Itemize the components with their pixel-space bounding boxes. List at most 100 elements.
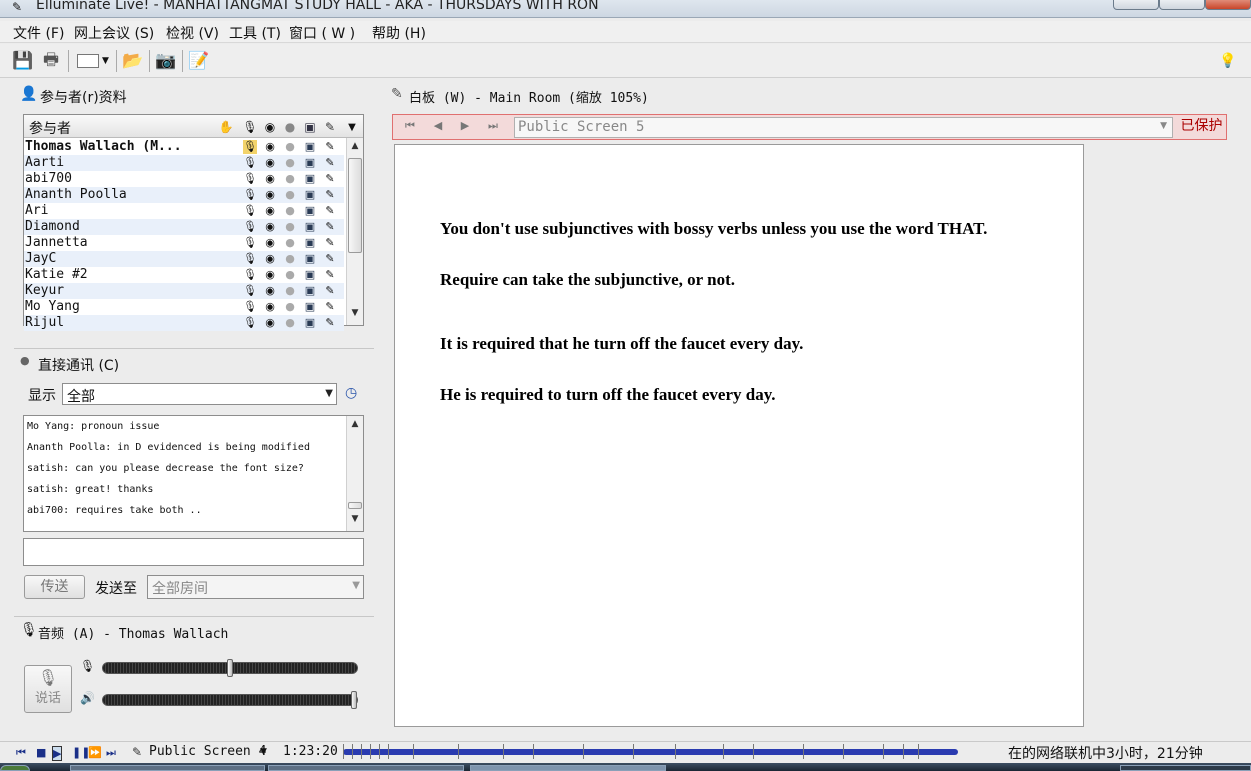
mic-volume-slider[interactable]	[102, 659, 358, 677]
help-bulb-icon[interactable]: 💡	[1216, 49, 1240, 73]
participant-row[interactable]: Aarti 🎙 ◉ ● ▣ ✎	[24, 155, 344, 171]
participant-row[interactable]: Ananth Poolla 🎙 ◉ ● ▣ ✎	[24, 187, 344, 203]
participants-column-header[interactable]: 参与者	[29, 118, 71, 138]
screen-share-icon[interactable]: ▣	[303, 268, 317, 282]
microphone-icon[interactable]: 🎙	[242, 119, 258, 135]
taskbar-item[interactable]	[268, 765, 464, 771]
microphone-icon[interactable]: 🎙	[243, 300, 257, 314]
participant-row[interactable]: abi700 🎙 ◉ ● ▣ ✎	[24, 171, 344, 187]
chevron-down-icon[interactable]: ▼	[344, 119, 360, 135]
video-icon[interactable]: ◉	[263, 188, 277, 202]
whiteboard-pen-icon[interactable]: ✎	[323, 284, 337, 298]
chat-icon[interactable]: ●	[283, 284, 297, 298]
chat-scrollbar[interactable]: ▲ ▼	[346, 416, 363, 531]
scroll-down-icon[interactable]: ▼	[347, 514, 363, 528]
video-icon[interactable]: ◉	[263, 156, 277, 170]
participant-row[interactable]: Keyur 🎙 ◉ ● ▣ ✎	[24, 283, 344, 299]
chat-icon[interactable]: ●	[283, 156, 297, 170]
layout-dropdown[interactable]: ▼	[74, 49, 112, 73]
whiteboard-pen-icon[interactable]: ✎	[323, 236, 337, 250]
microphone-icon[interactable]: 🎙	[243, 172, 257, 186]
video-icon[interactable]: ◉	[263, 204, 277, 218]
whiteboard-pen-icon[interactable]: ✎	[322, 119, 338, 135]
chat-icon[interactable]: ●	[283, 172, 297, 186]
video-icon[interactable]: ◉	[263, 140, 277, 154]
whiteboard-pen-icon[interactable]: ✎	[323, 172, 337, 186]
speaker-volume-slider[interactable]	[102, 691, 358, 709]
chat-filter-select[interactable]: 全部 ▼	[62, 383, 337, 405]
whiteboard-pen-icon[interactable]: ✎	[323, 140, 337, 154]
chat-icon[interactable]: ●	[283, 204, 297, 218]
playback-timeline[interactable]	[343, 744, 958, 759]
whiteboard-canvas[interactable]: You don't use subjunctives with bossy ve…	[394, 144, 1084, 727]
menu-view[interactable]: 检视 (V)	[166, 23, 219, 43]
microphone-icon[interactable]: 🎙	[243, 316, 257, 330]
menu-file[interactable]: 文件 (F)	[13, 23, 64, 43]
chat-icon[interactable]: ●	[283, 252, 297, 266]
skip-end-icon[interactable]: ⏭	[106, 746, 116, 760]
microphone-icon[interactable]: 🎙	[243, 284, 257, 298]
minimize-button[interactable]	[1113, 0, 1159, 10]
chat-icon[interactable]: ●	[283, 188, 297, 202]
close-button[interactable]	[1205, 0, 1251, 10]
participant-row[interactable]: Jannetta 🎙 ◉ ● ▣ ✎	[24, 235, 344, 251]
scroll-down-icon[interactable]: ▼	[347, 308, 363, 322]
whiteboard-pen-icon[interactable]: ✎	[323, 300, 337, 314]
previous-screen-icon[interactable]: ◀	[429, 119, 447, 135]
participant-row[interactable]: Mo Yang 🎙 ◉ ● ▣ ✎	[24, 299, 344, 315]
video-icon[interactable]: ◉	[263, 284, 277, 298]
screen-share-icon[interactable]: ▣	[303, 188, 317, 202]
mic-volume-knob[interactable]	[227, 659, 233, 677]
whiteboard-pen-icon[interactable]: ✎	[323, 156, 337, 170]
screen-share-icon[interactable]: ▣	[303, 236, 317, 250]
raise-hand-icon[interactable]: ✋	[218, 119, 234, 135]
video-icon[interactable]: ◉	[262, 119, 278, 135]
play-icon[interactable]: ▶	[52, 746, 63, 761]
participant-row[interactable]: Thomas Wallach (M... 🎙 ◉ ● ▣ ✎	[24, 139, 344, 155]
video-icon[interactable]: ◉	[263, 268, 277, 282]
rewind-start-icon[interactable]: ⏮	[16, 746, 26, 760]
chat-icon[interactable]: ●	[282, 119, 298, 135]
participants-scrollbar[interactable]: ▲ ▼	[346, 138, 363, 325]
chat-icon[interactable]: ●	[283, 316, 297, 330]
whiteboard-pen-icon[interactable]: ✎	[323, 220, 337, 234]
save-icon[interactable]: 💾	[11, 49, 35, 73]
stop-icon[interactable]: ■	[36, 746, 46, 759]
whiteboard-pen-icon[interactable]: ✎	[323, 316, 337, 330]
video-icon[interactable]: ◉	[263, 300, 277, 314]
microphone-icon[interactable]: 🎙	[243, 268, 257, 282]
microphone-icon[interactable]: 🎙	[243, 204, 257, 218]
microphone-icon[interactable]: 🎙	[243, 140, 257, 154]
clock-icon[interactable]: ◷	[345, 385, 357, 401]
folder-share-icon[interactable]: 📂	[121, 49, 145, 73]
menu-tools[interactable]: 工具 (T)	[229, 23, 281, 43]
send-button[interactable]: 传送	[24, 575, 85, 599]
screen-share-icon[interactable]: ▣	[303, 220, 317, 234]
webcam-icon[interactable]: 📷	[154, 49, 178, 73]
whiteboard-pen-icon[interactable]: ✎	[323, 204, 337, 218]
last-screen-icon[interactable]: ⏭	[484, 119, 502, 135]
whiteboard-pen-icon[interactable]: ✎	[323, 268, 337, 282]
speaker-volume-knob[interactable]	[351, 691, 357, 709]
maximize-button[interactable]	[1159, 0, 1205, 10]
video-icon[interactable]: ◉	[263, 172, 277, 186]
microphone-icon[interactable]: 🎙	[243, 188, 257, 202]
screen-share-icon[interactable]: ▣	[303, 140, 317, 154]
scroll-thumb[interactable]	[348, 158, 362, 253]
taskbar-item[interactable]	[470, 765, 666, 771]
participant-row[interactable]: Ari 🎙 ◉ ● ▣ ✎	[24, 203, 344, 219]
chat-icon[interactable]: ●	[283, 140, 297, 154]
chat-input[interactable]	[23, 538, 364, 566]
chat-icon[interactable]: ●	[283, 236, 297, 250]
screen-share-icon[interactable]: ▣	[303, 204, 317, 218]
participant-row[interactable]: Rijul 🎙 ◉ ● ▣ ✎	[24, 315, 344, 331]
scroll-up-icon[interactable]: ▲	[347, 141, 363, 155]
microphone-icon[interactable]: 🎙	[243, 220, 257, 234]
print-icon[interactable]: 🖶	[39, 49, 63, 73]
fast-forward-icon[interactable]: ⏩	[88, 746, 102, 759]
microphone-icon[interactable]: 🎙	[243, 252, 257, 266]
screen-share-icon[interactable]: ▣	[303, 316, 317, 330]
menu-window[interactable]: 窗口 ( W )	[289, 23, 355, 43]
participant-row[interactable]: Katie #2 🎙 ◉ ● ▣ ✎	[24, 267, 344, 283]
menu-help[interactable]: 帮助 (H)	[372, 23, 426, 43]
